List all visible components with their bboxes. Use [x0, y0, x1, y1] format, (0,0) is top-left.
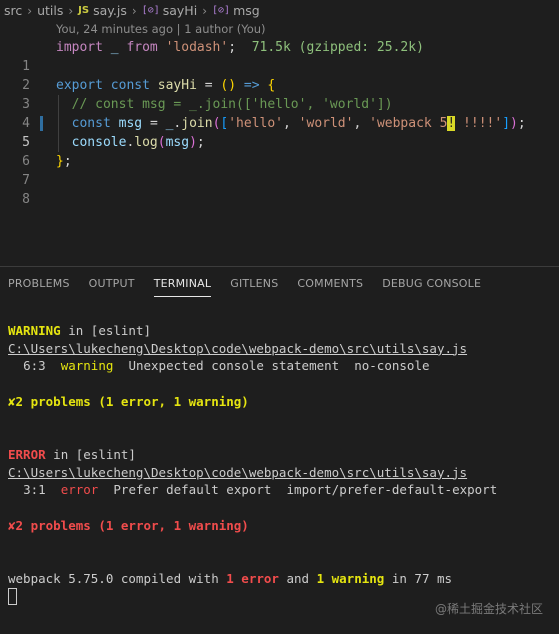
terminal-source: in [eslint] [45, 446, 136, 462]
code-line-7[interactable]: 7 }; [0, 152, 559, 188]
error-level: ERROR [8, 446, 46, 462]
breadcrumb-item-sayhi[interactable]: [⊘] sayHi [142, 3, 198, 18]
code-text: console.log(msg); [71, 135, 205, 150]
compile-warnings: 1 warning [316, 570, 385, 586]
breadcrumb-item-file[interactable]: JS say.js [78, 3, 127, 18]
panel-tabs: PROBLEMS OUTPUT TERMINAL GITLENS COMMENT… [0, 267, 559, 301]
terminal-line: 3:1 error Prefer default export import/p… [8, 481, 497, 499]
issue-kind: warning [60, 358, 114, 374]
issue-rule: import/prefer-default-export [286, 482, 498, 498]
tab-terminal[interactable]: TERMINAL [146, 267, 223, 301]
breadcrumb-item-src[interactable]: src [4, 3, 22, 18]
line-number: 8 [22, 192, 30, 207]
code-editor[interactable]: You, 24 minutes ago | 1 author (You) 1 i… [0, 21, 559, 266]
breadcrumb-label-src: src [4, 3, 23, 18]
terminal-cursor [8, 588, 17, 606]
import-cost-hint: 71.5k (gzipped: 25.2k) [251, 40, 424, 55]
code-line-4[interactable]: 4 // const msg = _.join(['hello', 'world… [0, 95, 559, 131]
problems-summary: 2 problems (1 error, 1 warning) [15, 517, 249, 533]
breadcrumb-label-sayhi: sayHi [162, 3, 198, 18]
terminal-output[interactable]: WARNING in [eslint] C:\Users\lukecheng\D… [8, 322, 497, 606]
watermark: @稀土掘金技术社区 [434, 602, 543, 616]
compile-prefix: webpack 5.75.0 compiled with [8, 570, 227, 586]
code-line-1[interactable]: 1 import _ from 'lodash'; 71.5k (gzipped… [0, 38, 559, 74]
issue-position: 3:1 [23, 482, 46, 498]
javascript-file-icon: JS [78, 5, 90, 16]
terminal-line: 6:3 warning Unexpected console statement… [8, 357, 497, 375]
tab-problems[interactable]: PROBLEMS [0, 267, 81, 301]
terminal-line: WARNING in [eslint] [8, 322, 497, 340]
terminal-line: ERROR in [eslint] [8, 446, 497, 464]
code-lines: 1 import _ from 'lodash'; 71.5k (gzipped… [0, 38, 559, 207]
variable-symbol-icon: [⊘] [141, 5, 160, 16]
issue-rule: no-console [354, 358, 430, 374]
tab-comments[interactable]: COMMENTS [289, 267, 374, 301]
compile-suffix: in 77 ms [384, 570, 453, 586]
warning-level: WARNING [8, 323, 61, 338]
terminal-line: ✘2 problems (1 error, 1 warning) [8, 393, 497, 411]
bottom-panel: PROBLEMS OUTPUT TERMINAL GITLENS COMMENT… [0, 266, 559, 634]
file-path-link[interactable]: C:\Users\lukecheng\Desktop\code\webpack-… [8, 341, 467, 356]
tab-output[interactable]: OUTPUT [81, 267, 146, 301]
breadcrumb-label-msg: msg [233, 3, 260, 18]
code-text: export const sayHi = () => { [56, 78, 276, 93]
cross-icon: ✘ [8, 393, 16, 409]
compile-mid: and [278, 570, 317, 586]
issue-message: Prefer default export [113, 482, 272, 498]
breadcrumb-label-file: say.js [93, 3, 127, 18]
breadcrumb: src › utils › JS say.js › [⊘] sayHi › [⊘… [0, 0, 559, 21]
file-path-link[interactable]: C:\Users\lukecheng\Desktop\code\webpack-… [8, 465, 467, 480]
chevron-right-icon: › [27, 3, 33, 18]
chevron-right-icon: › [68, 3, 74, 18]
code-line-5[interactable]: 5 const msg = _.join(['hello', 'world', … [0, 114, 559, 150]
code-text: }; [56, 154, 72, 169]
breadcrumb-label-utils: utils [37, 3, 64, 18]
chevron-right-icon: › [202, 3, 207, 18]
tab-gitlens[interactable]: GITLENS [222, 267, 289, 301]
issue-kind: error [60, 482, 99, 498]
terminal-source: in [eslint] [60, 323, 151, 338]
code-line-3[interactable]: 3 export const sayHi = () => { [0, 76, 559, 112]
code-text: const msg = _.join(['hello', 'world', 'w… [71, 116, 526, 131]
terminal-line: webpack 5.75.0 compiled with 1 error and… [8, 570, 497, 588]
code-line-2[interactable]: 2 [0, 57, 559, 93]
terminal-line: C:\Users\lukecheng\Desktop\code\webpack-… [8, 464, 497, 482]
code-line-6[interactable]: 6 console.log(msg); [0, 133, 559, 169]
code-text: import _ from 'lodash'; 71.5k (gzipped: … [56, 40, 424, 55]
issue-position: 6:3 [23, 358, 46, 374]
breadcrumb-item-utils[interactable]: utils [37, 3, 63, 18]
tab-debug-console[interactable]: DEBUG CONSOLE [374, 267, 492, 301]
terminal-line: ✘2 problems (1 error, 1 warning) [8, 517, 497, 535]
breadcrumb-item-msg[interactable]: [⊘] msg [212, 3, 260, 18]
problems-summary: 2 problems (1 error, 1 warning) [15, 393, 249, 409]
terminal-line: C:\Users\lukecheng\Desktop\code\webpack-… [8, 340, 497, 358]
terminal-line [8, 587, 497, 606]
code-text: // const msg = _.join(['hello', 'world']… [56, 97, 393, 112]
cross-icon: ✘ [8, 517, 16, 533]
code-line-8[interactable]: 8 [0, 171, 559, 207]
git-modified-indicator[interactable] [40, 116, 43, 131]
compile-errors: 1 error [226, 570, 279, 586]
variable-symbol-icon: [⊘] [212, 5, 231, 16]
codelens-blame[interactable]: You, 24 minutes ago | 1 author (You) [56, 22, 266, 36]
chevron-right-icon: › [131, 3, 137, 18]
issue-message: Unexpected console statement [128, 358, 340, 374]
